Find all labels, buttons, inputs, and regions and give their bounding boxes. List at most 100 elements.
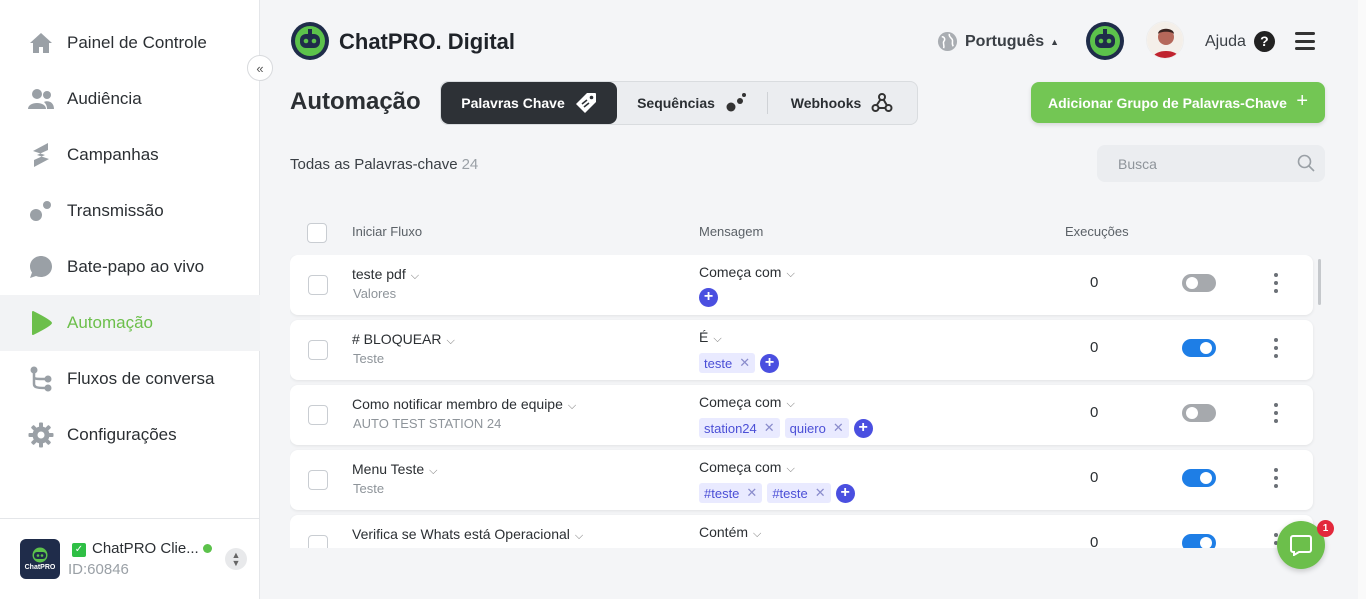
flow-icon: [28, 366, 54, 392]
match-type-select[interactable]: Contém ⌵: [699, 524, 761, 541]
enable-toggle[interactable]: [1182, 469, 1216, 487]
match-type-text: Contém: [699, 524, 749, 540]
tag-icon: [575, 92, 597, 114]
chat-icon: [1290, 535, 1312, 556]
switch-account-icon[interactable]: ▲ ▼: [225, 548, 247, 570]
search-icon[interactable]: [1297, 154, 1315, 172]
chat-bubble-icon: [28, 254, 54, 280]
help-link[interactable]: Ajuda ?: [1205, 31, 1275, 52]
enable-toggle[interactable]: [1182, 534, 1216, 548]
account-switcher[interactable]: ChatPRO ✓ ChatPRO Clie... ID:60846 ▲ ▼: [0, 518, 260, 599]
keyword-list: teste ✕ +: [699, 353, 780, 373]
add-keyword-button[interactable]: +: [699, 288, 718, 307]
flow-name-text: # BLOQUEAR: [352, 331, 442, 347]
row-menu-icon[interactable]: [1273, 338, 1279, 358]
sidebar: Painel de Controle Audiência Campanhas T…: [0, 0, 260, 599]
tab-sequencias[interactable]: Sequências: [617, 82, 767, 124]
sidebar-item-label: Bate-papo ao vivo: [67, 257, 205, 276]
add-keyword-button[interactable]: +: [760, 353, 780, 373]
collapse-sidebar-button[interactable]: «: [247, 55, 273, 81]
remove-keyword-icon[interactable]: ✕: [739, 355, 750, 371]
chevron-down-icon: ⌵: [786, 268, 795, 280]
row-checkbox[interactable]: [308, 535, 328, 548]
sidebar-item-campanhas[interactable]: Campanhas: [0, 127, 260, 183]
webhook-icon: [871, 92, 893, 114]
remove-keyword-icon[interactable]: ✕: [764, 420, 775, 436]
keyword-text: station24: [704, 420, 757, 436]
language-selector[interactable]: Português ▲: [937, 31, 1059, 52]
user-avatar[interactable]: [1146, 21, 1184, 59]
enable-toggle[interactable]: [1182, 339, 1216, 357]
row-menu-icon[interactable]: [1273, 468, 1279, 488]
remove-keyword-icon[interactable]: ✕: [833, 420, 844, 436]
flow-name[interactable]: # BLOQUEAR ⌵: [352, 331, 455, 348]
flow-subtitle: Teste: [353, 351, 385, 366]
runs-count: 0: [1090, 534, 1099, 548]
account-name: ChatPRO Clie...: [92, 540, 199, 557]
tab-palavras-chave[interactable]: Palavras Chave: [441, 82, 617, 124]
remove-keyword-icon[interactable]: ✕: [815, 485, 826, 501]
sidebar-item-configuracoes[interactable]: Configurações: [0, 407, 260, 463]
tab-webhooks[interactable]: Webhooks: [768, 82, 916, 124]
enable-toggle[interactable]: [1182, 404, 1216, 422]
account-id: ID:60846: [68, 561, 129, 578]
table-row[interactable]: teste pdf ⌵ Valores Começa com ⌵ + 0: [290, 255, 1313, 315]
users-icon: [28, 86, 54, 112]
hamburger-menu-button[interactable]: [1295, 31, 1315, 51]
keyword-chip: #teste ✕: [767, 483, 831, 503]
sidebar-item-fluxos[interactable]: Fluxos de conversa: [0, 351, 260, 407]
row-menu-icon[interactable]: [1273, 273, 1279, 293]
match-type-select[interactable]: Começa com ⌵: [699, 459, 795, 476]
broadcast-icon: [28, 198, 54, 224]
question-icon: ?: [1253, 31, 1275, 52]
keyword-text: teste: [704, 355, 733, 371]
match-type-text: Começa com: [699, 459, 782, 475]
select-all-checkbox[interactable]: [307, 223, 327, 243]
table-scrollbar[interactable]: [1318, 259, 1321, 305]
flow-name[interactable]: Verifica se Whats está Operacional ⌵: [352, 526, 583, 543]
remove-keyword-icon[interactable]: ✕: [746, 485, 757, 501]
keyword-table: teste pdf ⌵ Valores Começa com ⌵ + 0 # BLO…: [290, 255, 1330, 548]
keyword-list: +: [699, 288, 718, 307]
sidebar-item-label: Campanhas: [67, 145, 159, 164]
flow-name[interactable]: teste pdf ⌵: [352, 266, 419, 283]
row-checkbox[interactable]: [308, 470, 328, 490]
table-row[interactable]: Menu Teste ⌵ Teste Começa com ⌵ #teste ✕ #t…: [290, 450, 1313, 510]
brand-name: ChatPRO. Digital: [339, 29, 516, 54]
sidebar-item-audiencia[interactable]: Audiência: [0, 71, 260, 127]
keyword-list: #teste ✕ #teste ✕ +: [699, 483, 855, 503]
sidebar-item-transmissao[interactable]: Transmissão: [0, 183, 260, 239]
page-scrollbar[interactable]: [1358, 0, 1366, 599]
row-checkbox[interactable]: [308, 405, 328, 425]
row-checkbox[interactable]: [308, 275, 328, 295]
sidebar-item-label: Fluxos de conversa: [67, 369, 215, 388]
match-type-select[interactable]: Começa com ⌵: [699, 394, 795, 411]
sidebar-item-painel[interactable]: Painel de Controle: [0, 15, 260, 71]
search-input[interactable]: [1097, 145, 1287, 182]
table-row[interactable]: Como notificar membro de equipe ⌵ AUTO TE…: [290, 385, 1313, 445]
bot-logo-icon[interactable]: [1085, 21, 1125, 61]
row-menu-icon[interactable]: [1273, 403, 1279, 423]
table-row[interactable]: Verifica se Whats está Operacional ⌵ Cont…: [290, 515, 1313, 548]
plus-icon: +: [1296, 90, 1308, 112]
help-label: Ajuda: [1205, 32, 1246, 50]
keyword-count-label: Todas as Palavras-chave 24: [290, 156, 478, 173]
flow-name[interactable]: Como notificar membro de equipe ⌵: [352, 396, 576, 413]
flow-name[interactable]: Menu Teste ⌵: [352, 461, 437, 478]
add-keyword-button[interactable]: +: [853, 418, 873, 438]
add-keyword-group-button[interactable]: Adicionar Grupo de Palavras-Chave +: [1031, 82, 1325, 123]
match-type-select[interactable]: É ⌵: [699, 329, 722, 346]
runs-count: 0: [1090, 274, 1099, 291]
table-row[interactable]: # BLOQUEAR ⌵ Teste É ⌵ teste ✕ + 0: [290, 320, 1313, 380]
automation-tabs: Palavras Chave Sequências Webhooks: [440, 81, 918, 125]
match-type-select[interactable]: Começa com ⌵: [699, 264, 795, 281]
enable-toggle[interactable]: [1182, 274, 1216, 292]
sidebar-item-bate-papo[interactable]: Bate-papo ao vivo: [0, 239, 260, 295]
row-checkbox[interactable]: [308, 340, 328, 360]
chevron-down-icon: ⌵: [574, 530, 584, 542]
keyword-text: #teste: [704, 485, 740, 501]
play-icon: [28, 310, 54, 336]
account-logo: ChatPRO: [20, 539, 60, 579]
add-keyword-button[interactable]: +: [835, 483, 855, 503]
sidebar-item-automacao[interactable]: Automação: [0, 295, 260, 351]
